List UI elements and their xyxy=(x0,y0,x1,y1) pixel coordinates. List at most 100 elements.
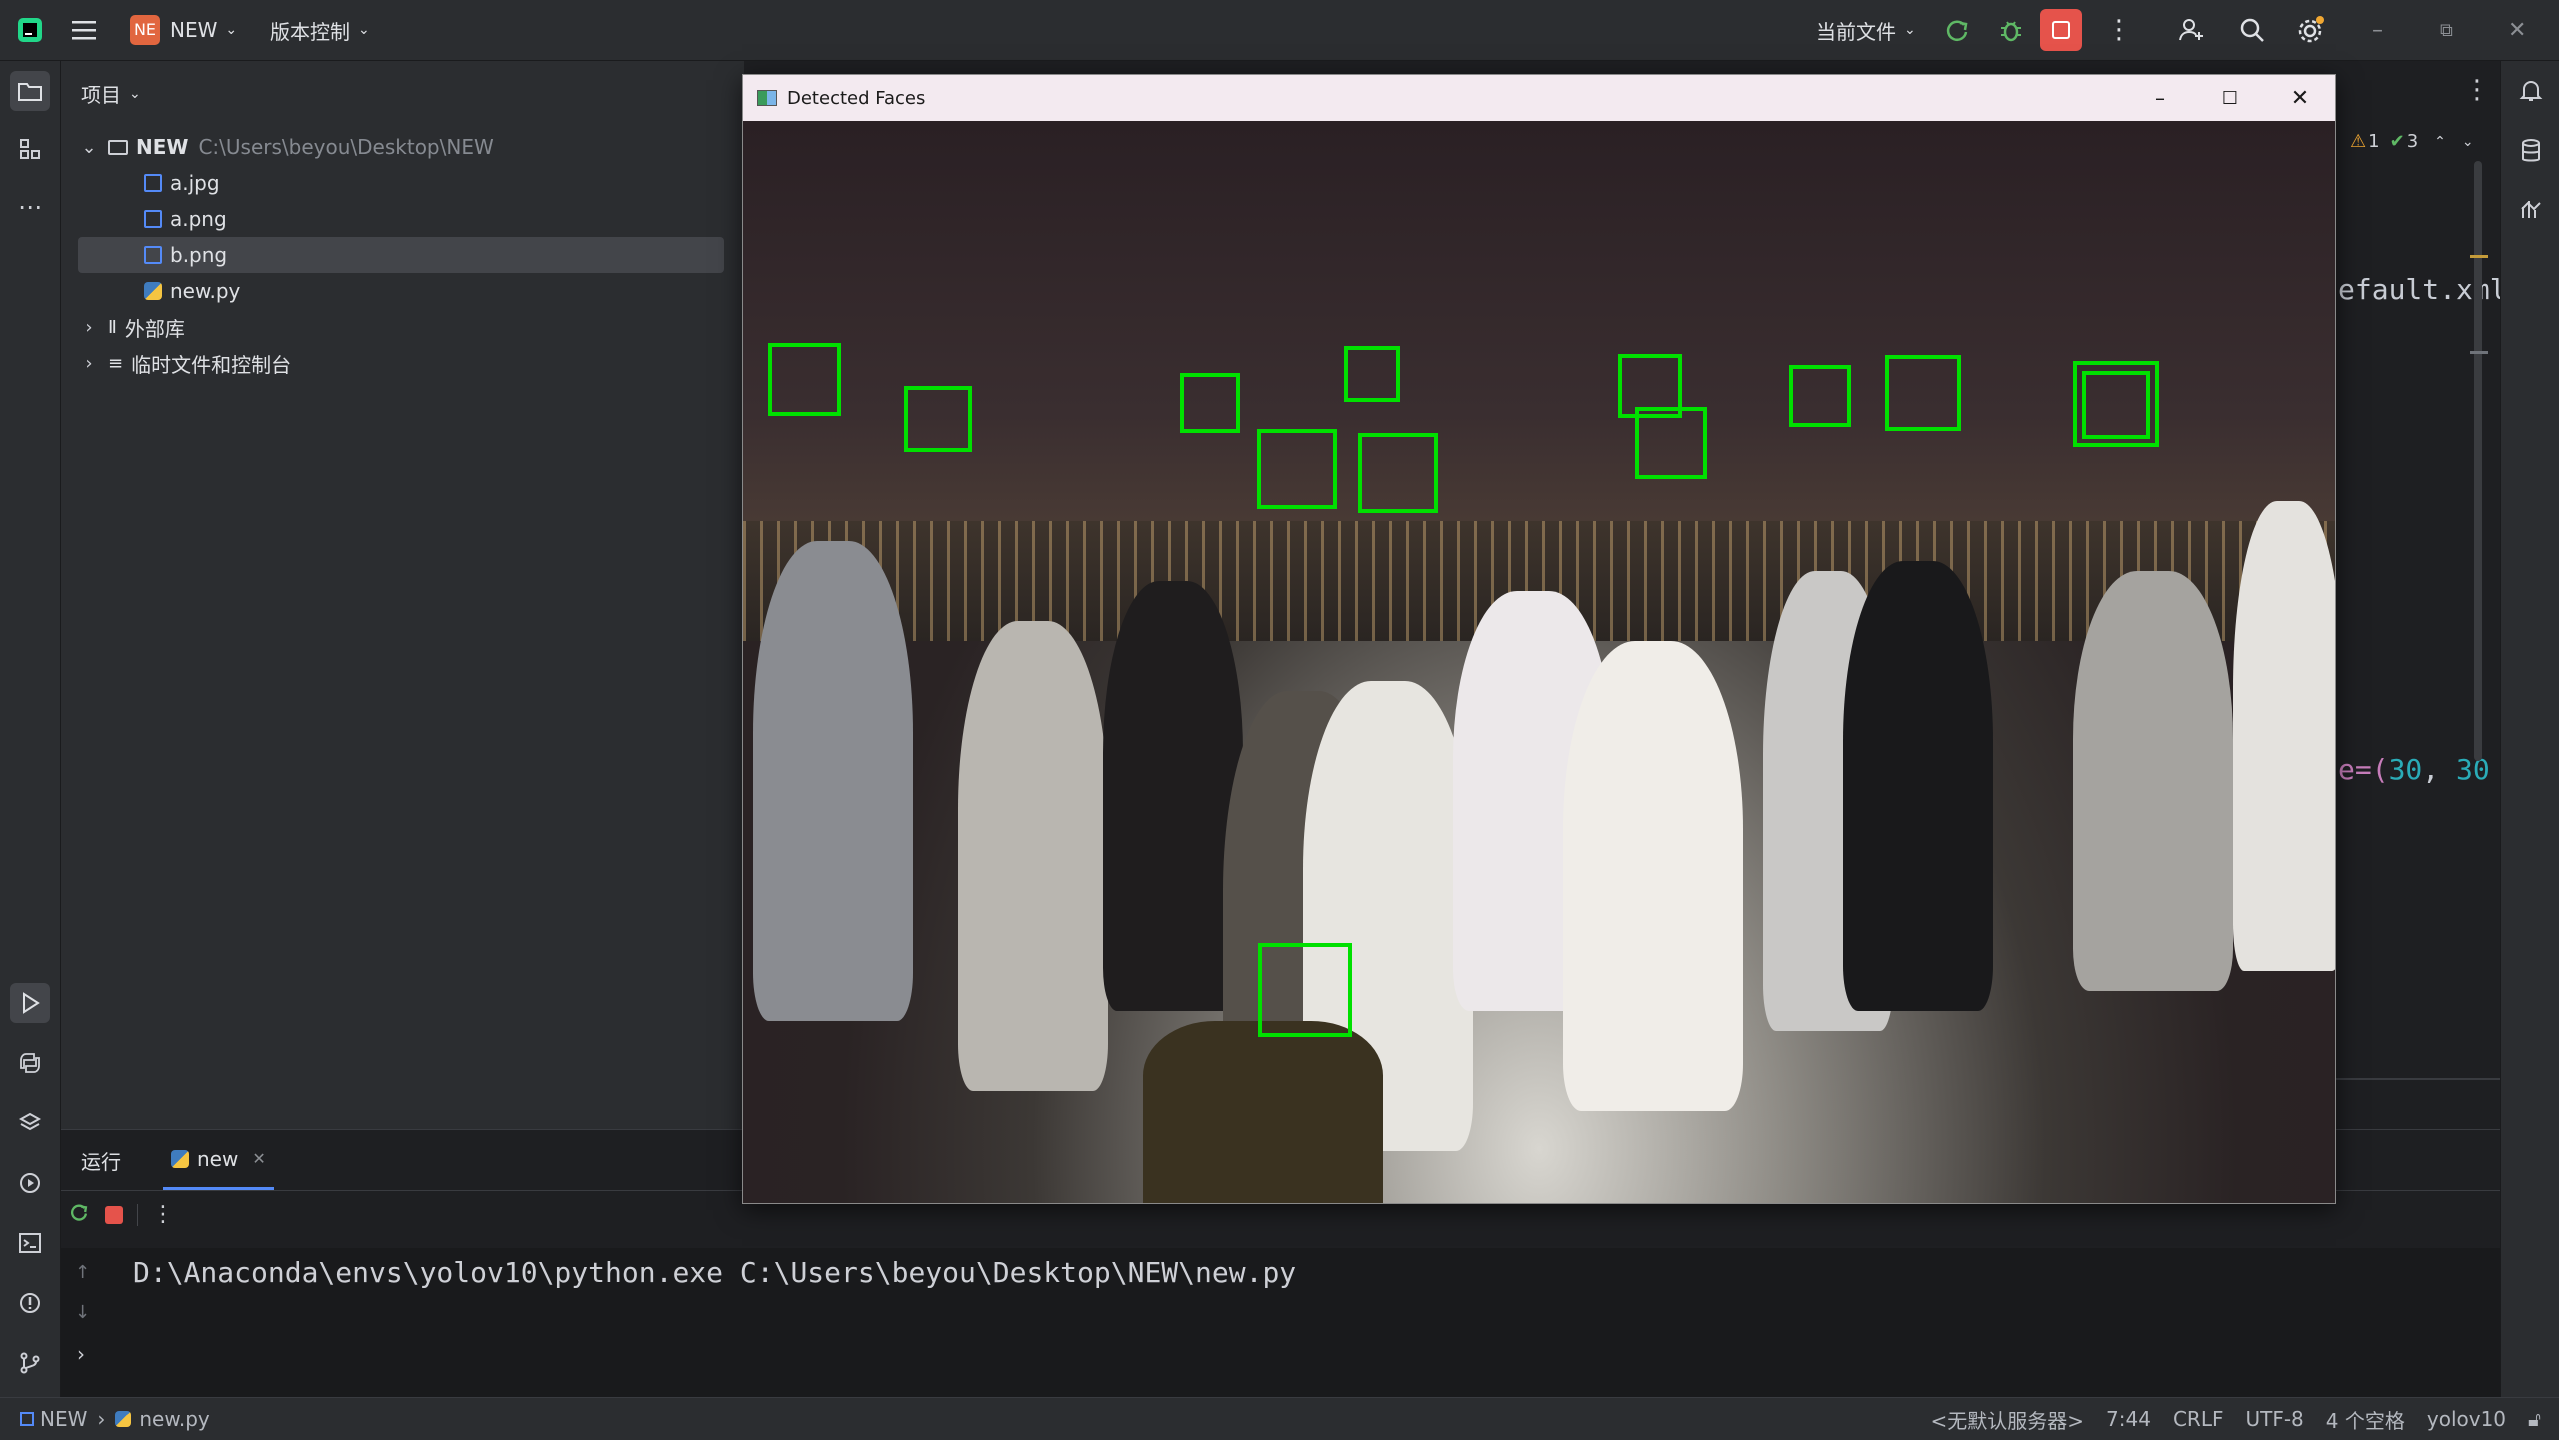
chevron-down-icon[interactable]: ⌄ xyxy=(2462,134,2474,150)
database-icon[interactable] xyxy=(2511,131,2551,171)
tree-scratches[interactable]: › ≡ 临时文件和控制台 xyxy=(78,345,724,381)
person-silhouette xyxy=(958,621,1108,1091)
status-encoding[interactable]: UTF-8 xyxy=(2245,1407,2303,1431)
window-title-bar[interactable]: Detected Faces – ☐ ✕ xyxy=(743,75,2335,121)
left-tool-strip: ⋯ xyxy=(0,61,61,1397)
rerun-icon[interactable] xyxy=(1944,0,1970,60)
terminal-icon[interactable] xyxy=(10,1223,50,1263)
stop-icon xyxy=(2040,9,2082,51)
close-icon[interactable]: ✕ xyxy=(252,1149,265,1168)
chevron-down-icon: ⌄ xyxy=(1904,22,1916,38)
chevron-right-icon[interactable]: › xyxy=(78,353,100,374)
status-server[interactable]: <无默认服务器> xyxy=(1931,1405,2085,1434)
scroll-down-icon[interactable]: ↓ xyxy=(75,1302,90,1323)
editor-highlight-strip xyxy=(2336,411,2486,421)
scroll-up-icon[interactable]: ↑ xyxy=(75,1262,90,1283)
editor-scrollbar[interactable] xyxy=(2474,161,2482,761)
run-tab-new[interactable]: new ✕ xyxy=(163,1130,274,1190)
library-icon: Ⅱ xyxy=(108,316,117,338)
project-switcher[interactable]: NE NEW ⌄ xyxy=(130,0,237,60)
tree-file-item[interactable]: a.png xyxy=(78,201,724,237)
code-fragment-size: e=(30, 30 xyxy=(2338,753,2490,786)
run-toolbar: ⋮ xyxy=(69,1202,174,1227)
editor-more-icon[interactable]: ⋮ xyxy=(2464,75,2490,105)
rock-seat xyxy=(1143,1021,1383,1203)
line-marker xyxy=(2470,351,2488,354)
close-icon[interactable]: ✕ xyxy=(2508,0,2526,60)
person-silhouette xyxy=(2233,501,2335,971)
project-panel: 项目 ⌄ ⌄ NEW C:\Users\beyou\Desktop\NEW a.… xyxy=(61,61,744,1129)
structure-icon[interactable] xyxy=(10,129,50,169)
file-name: b.png xyxy=(170,243,228,267)
status-caret-position[interactable]: 7:44 xyxy=(2106,1407,2151,1431)
person-silhouette xyxy=(1843,561,1993,1011)
tree-file-item[interactable]: a.jpg xyxy=(78,165,724,201)
chevron-down-icon[interactable]: ⌄ xyxy=(78,137,100,158)
rerun-icon[interactable] xyxy=(69,1202,93,1227)
more-actions-icon[interactable]: ⋮ xyxy=(152,1202,174,1227)
problems-icon[interactable] xyxy=(10,1283,50,1323)
status-indent[interactable]: 4 个空格 xyxy=(2326,1405,2405,1434)
window-title: Detected Faces xyxy=(787,87,926,109)
breadcrumb-file[interactable]: new.py xyxy=(139,1407,209,1431)
person-silhouette xyxy=(1103,581,1243,1011)
tree-root-folder[interactable]: ⌄ NEW C:\Users\beyou\Desktop\NEW xyxy=(78,129,724,165)
chevron-right-icon[interactable]: › xyxy=(78,317,100,338)
services-icon[interactable] xyxy=(10,1163,50,1203)
warning-marker[interactable] xyxy=(2470,255,2488,258)
inspection-widget[interactable]: ⚠ 1 ✔ 3 ⌃ ⌄ xyxy=(2350,131,2474,152)
tree-file-item[interactable]: new.py xyxy=(78,273,724,309)
console-area[interactable]: ↑ ↓ › D:\Anaconda\envs\yolov10\python.ex… xyxy=(61,1248,2500,1398)
stop-button[interactable] xyxy=(2040,0,2082,60)
check-icon: ✔ xyxy=(2389,131,2405,152)
vcs-label: 版本控制 xyxy=(270,19,350,44)
main-menu-icon[interactable] xyxy=(72,0,98,60)
face-detection-box xyxy=(1257,429,1337,509)
restore-icon[interactable]: ⧉ xyxy=(2440,0,2453,60)
console-prompt-icon[interactable]: › xyxy=(77,1342,85,1366)
vcs-menu[interactable]: 版本控制 ⌄ xyxy=(270,0,370,60)
python-file-icon xyxy=(144,282,162,300)
face-detection-box xyxy=(1789,365,1851,427)
check-count: 3 xyxy=(2406,131,2419,152)
notifications-bell-icon[interactable] xyxy=(2511,71,2551,111)
image-file-icon xyxy=(144,174,162,192)
warning-icon: ⚠ xyxy=(2350,131,2367,152)
more-tools-icon[interactable]: ⋯ xyxy=(10,187,50,227)
breadcrumb-project[interactable]: NEW xyxy=(40,1407,87,1431)
module-icon xyxy=(20,1412,34,1426)
root-folder-path: C:\Users\beyou\Desktop\NEW xyxy=(198,135,494,159)
close-icon[interactable]: ✕ xyxy=(2265,86,2335,111)
project-folder-icon[interactable] xyxy=(10,71,50,111)
debug-icon[interactable] xyxy=(1998,0,2024,60)
more-actions-icon[interactable]: ⋮ xyxy=(2106,0,2132,60)
detected-faces-window[interactable]: Detected Faces – ☐ ✕ xyxy=(742,74,2336,1204)
minimize-icon[interactable]: – xyxy=(2372,0,2383,60)
chevron-down-icon: ⌄ xyxy=(129,85,141,102)
pycharm-logo-icon[interactable] xyxy=(16,0,44,60)
git-branch-icon[interactable] xyxy=(10,1343,50,1383)
python-console-icon[interactable] xyxy=(10,1043,50,1083)
settings-gear-icon[interactable] xyxy=(2296,0,2326,60)
layers-icon[interactable] xyxy=(10,1103,50,1143)
search-icon[interactable] xyxy=(2238,0,2266,60)
maximize-icon[interactable]: ☐ xyxy=(2195,88,2265,109)
project-name: NEW xyxy=(170,18,218,42)
image-file-icon xyxy=(144,246,162,264)
status-line-separator[interactable]: CRLF xyxy=(2173,1407,2224,1431)
lock-icon[interactable]: 🔓︎ xyxy=(2528,1407,2541,1431)
tree-file-item-selected[interactable]: b.png xyxy=(78,237,724,273)
run-config-selector[interactable]: 当前文件 ⌄ xyxy=(1816,0,1916,60)
run-tool-icon[interactable] xyxy=(10,983,50,1023)
project-panel-header[interactable]: 项目 ⌄ xyxy=(81,79,141,108)
person-silhouette xyxy=(1563,641,1743,1111)
status-interpreter[interactable]: yolov10 xyxy=(2427,1407,2506,1431)
add-user-icon[interactable] xyxy=(2178,0,2206,60)
chevron-up-icon[interactable]: ⌃ xyxy=(2434,134,2446,150)
stop-icon[interactable] xyxy=(105,1205,123,1224)
minimize-icon[interactable]: – xyxy=(2125,86,2195,110)
run-tab-label: new xyxy=(197,1146,239,1171)
tree-external-libraries[interactable]: › Ⅱ 外部库 xyxy=(78,309,724,345)
run-config-label: 当前文件 xyxy=(1816,19,1896,44)
scientific-mode-icon[interactable] xyxy=(2511,189,2551,229)
